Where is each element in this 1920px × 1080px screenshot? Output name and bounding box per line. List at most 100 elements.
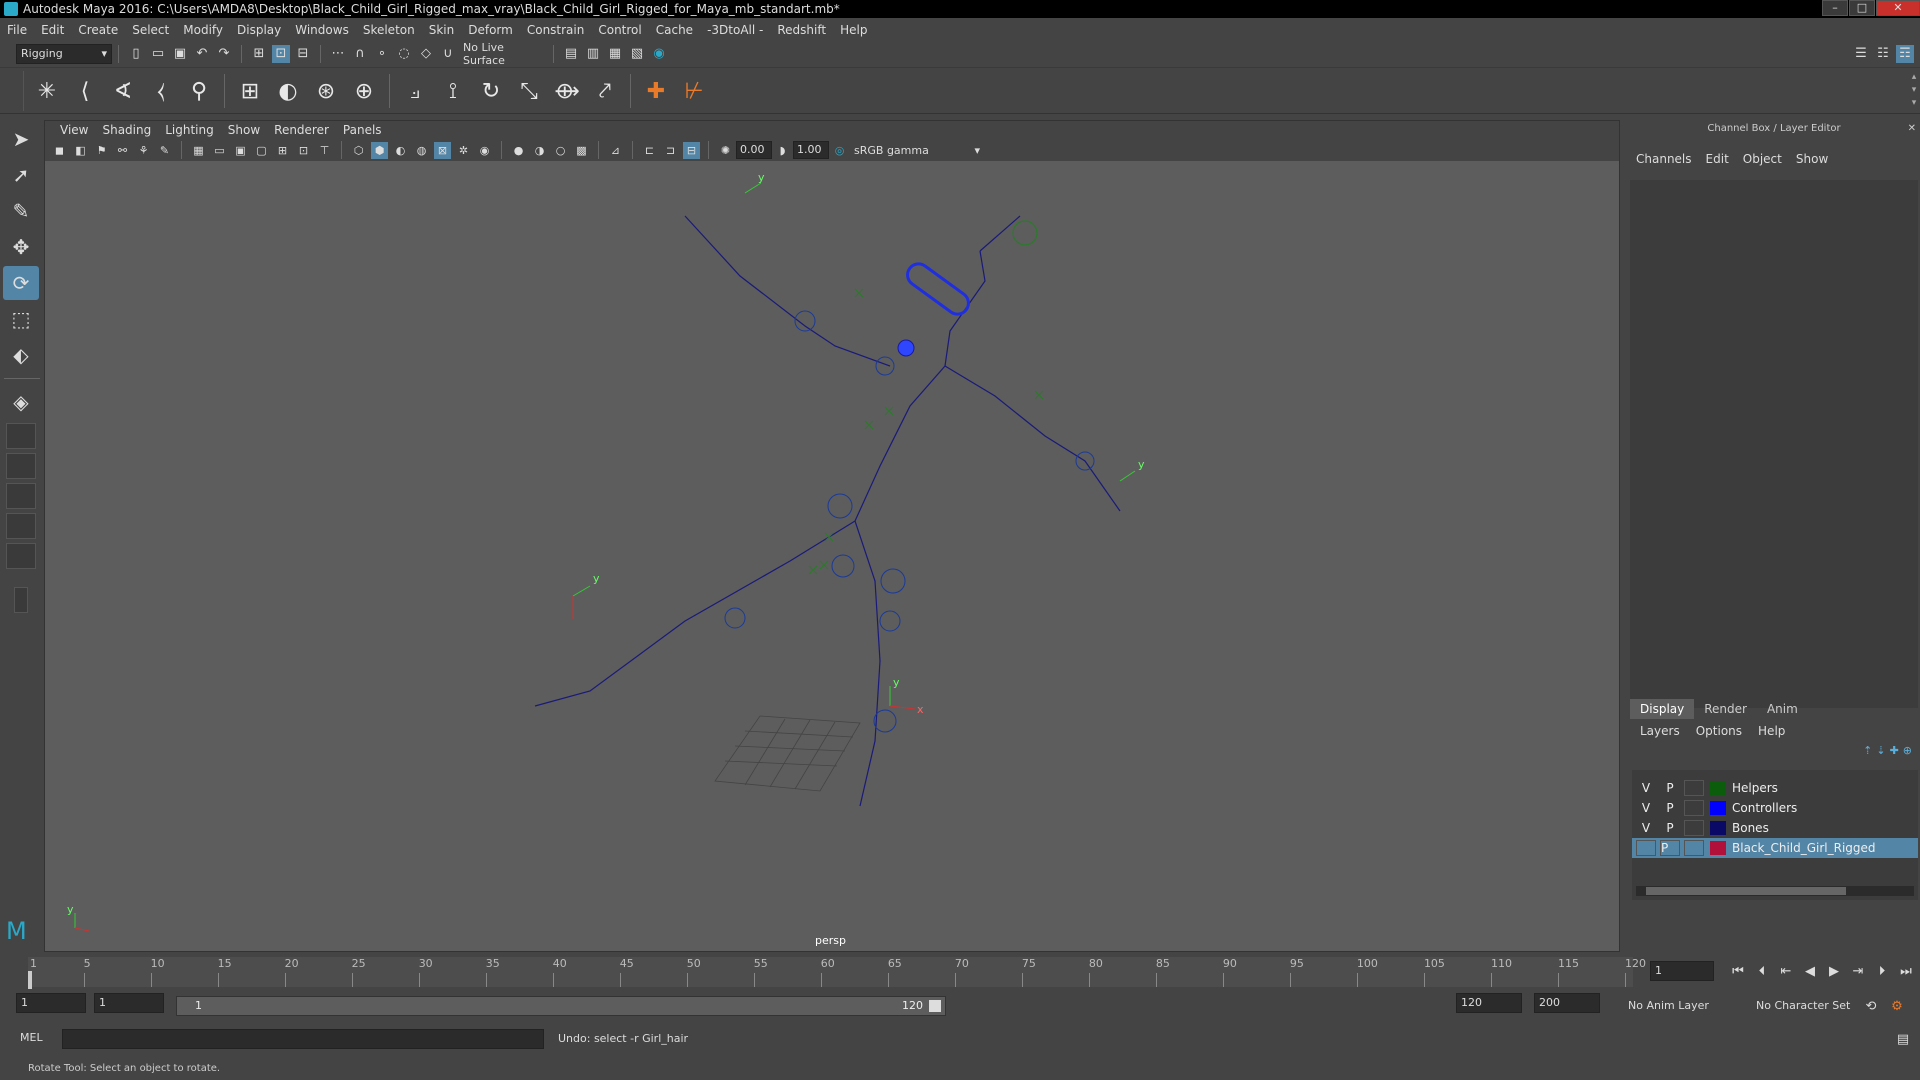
vp-menu-shading[interactable]: Shading [95,123,158,137]
hypershade-icon[interactable]: ◉ [650,45,668,63]
close-button[interactable]: ✕ [1876,0,1920,16]
cb-menu-edit[interactable]: Edit [1706,152,1729,166]
persp-graph-layout-icon[interactable] [6,483,36,509]
layer-horizontal-scrollbar[interactable] [1636,886,1914,896]
menu-help[interactable]: Help [833,23,874,37]
script-editor-icon[interactable]: ▤ [1894,1030,1912,1048]
image-plane-icon[interactable]: ⚯ [114,142,131,159]
layer-color-swatch[interactable] [1710,781,1726,795]
minimize-button[interactable]: – [1822,0,1848,16]
new-layer-selected-icon[interactable]: ⊕ [1903,744,1912,757]
layer-row-helpers[interactable]: V P Helpers [1632,778,1918,798]
vp-menu-lighting[interactable]: Lighting [158,123,221,137]
hud-icon[interactable]: ⊟ [683,141,700,159]
exposure-field[interactable]: 0.00 [736,141,772,159]
auto-key-icon[interactable]: ⟲ [1862,997,1880,1015]
cb-menu-channels[interactable]: Channels [1636,152,1692,166]
range-slider-handle[interactable] [929,1000,941,1012]
pole-vector-icon[interactable]: ⤤ [588,74,622,108]
snap-curve-icon[interactable]: ∩ [351,45,369,63]
more-layouts-icon[interactable] [14,587,28,613]
use-default-material-icon[interactable]: ◐ [392,142,409,159]
menu-edit[interactable]: Edit [34,23,71,37]
smooth-shade-icon[interactable]: ⬢ [371,141,388,159]
visibility-toggle[interactable]: V [1636,820,1656,836]
parent-constraint-icon[interactable]: ⟴ [550,74,584,108]
animation-preferences-icon[interactable]: ⚙ [1888,997,1906,1015]
script-language-toggle[interactable]: MEL [20,1031,60,1044]
cluster-icon[interactable]: ⊕ [347,74,381,108]
orient-constraint-icon[interactable]: ↻ [474,74,508,108]
3d-viewport[interactable]: y y x y y y persp [45,161,1619,951]
render-frame-icon[interactable]: ▥ [584,45,602,63]
select-camera-icon[interactable]: ◼ [51,142,68,159]
view-transform-dropdown[interactable]: sRGB gamma ▾ [850,140,984,160]
wireframe-on-shaded-icon[interactable]: ◍ [413,142,430,159]
color-management-icon[interactable]: ◎ [831,142,848,159]
field-chart-icon[interactable]: ⊞ [274,142,291,159]
four-view-layout-icon[interactable] [6,423,36,449]
tab-render[interactable]: Render [1694,699,1757,719]
locator-icon[interactable]: ✚ [639,74,673,108]
le-menu-layers[interactable]: Layers [1640,724,1680,738]
vp-menu-renderer[interactable]: Renderer [267,123,336,137]
range-slider[interactable]: 1 120 [176,996,946,1016]
frame-all-icon[interactable]: ⊏ [641,142,658,159]
ik-handle-icon[interactable]: ⟨ [68,74,102,108]
layer-color-swatch[interactable] [1710,801,1726,815]
playback-start-field[interactable]: 1 [94,993,164,1013]
snap-plane-icon[interactable]: ◇ [417,45,435,63]
current-frame-field[interactable]: 1 [1650,961,1714,981]
rotate-tool-icon[interactable]: ⟳ [3,266,39,300]
move-layer-down-icon[interactable]: ⇣ [1876,744,1885,757]
timeline-ruler[interactable]: 1 5 10 15 20 25 30 35 40 45 50 55 60 65 70 75 80 85 90 95 10… [28,957,1646,989]
display-type-toggle[interactable] [1684,780,1704,796]
undo-icon[interactable]: ↶ [193,45,211,63]
channel-list[interactable] [1630,180,1918,708]
playback-toggle[interactable]: P [1660,800,1680,816]
menu-3dtoall[interactable]: -3DtoAll - [700,23,770,37]
single-perspective-layout-icon[interactable]: ◈ [3,385,39,419]
current-time-indicator[interactable] [28,971,32,989]
menu-skeleton[interactable]: Skeleton [356,23,422,37]
set-driven-key-icon[interactable]: ⊬ [677,74,711,108]
go-to-end-icon[interactable]: ⏭ [1896,962,1916,980]
le-menu-options[interactable]: Options [1696,724,1742,738]
isolate-select-icon[interactable]: ⊿ [607,142,624,159]
start-time-field[interactable]: 1 [16,993,86,1013]
ik-spline-icon[interactable]: ∢ [106,74,140,108]
paint-weights-icon[interactable]: ◐ [271,74,305,108]
layer-row-controllers[interactable]: V P Controllers [1632,798,1918,818]
step-back-frame-icon[interactable]: ⏴ [1752,962,1772,980]
menuset-dropdown[interactable]: Rigging ▾ [16,43,112,64]
menu-control[interactable]: Control [591,23,648,37]
select-tool-icon[interactable]: ➤ [3,122,39,156]
wireframe-icon[interactable]: ⬡ [350,142,367,159]
shelf-scroll-icon[interactable]: ▴ ▾ ▾ [1908,71,1920,111]
lasso-tool-icon[interactable]: ➚ [3,158,39,192]
playback-toggle[interactable]: P [1660,820,1680,836]
anim-layer-dropdown[interactable]: No Anim Layer [1620,996,1734,1016]
frame-selected-icon[interactable]: ⊐ [662,142,679,159]
play-forwards-icon[interactable]: ▶ [1824,962,1844,980]
resolution-gate-icon[interactable]: ▣ [232,142,249,159]
bind-skin-icon[interactable]: ⊞ [233,74,267,108]
step-forward-key-icon[interactable]: ⇥ [1848,962,1868,980]
visibility-toggle[interactable] [1636,840,1656,856]
save-scene-icon[interactable]: ▣ [171,45,189,63]
layer-color-swatch[interactable] [1710,821,1726,835]
display-type-toggle[interactable] [1684,820,1704,836]
safe-title-icon[interactable]: ⊤ [316,142,333,159]
two-d-pan-icon[interactable]: ⚘ [135,142,152,159]
joint-tool-icon[interactable]: ✳ [30,74,64,108]
outliner-layout-icon[interactable] [6,543,36,569]
shadows-icon[interactable]: ◑ [531,142,548,159]
live-surface-field[interactable]: No Live Surface [459,41,547,67]
xray-joints-icon[interactable]: ✲ [455,142,472,159]
xray-icon[interactable]: ⊠ [434,141,451,159]
persp-outliner-layout-icon[interactable] [6,453,36,479]
exposure-icon[interactable]: ✺ [717,142,734,159]
ipr-render-icon[interactable]: ▦ [606,45,624,63]
safe-action-icon[interactable]: ⊡ [295,142,312,159]
film-gate-icon[interactable]: ▭ [211,142,228,159]
